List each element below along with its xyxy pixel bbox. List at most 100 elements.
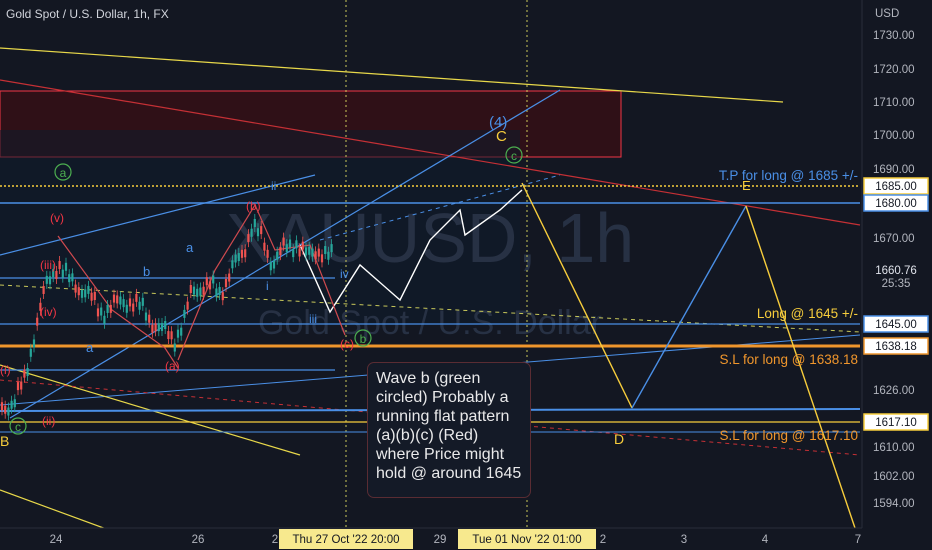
candle-body	[164, 321, 167, 330]
time-tick: 24	[50, 534, 63, 546]
candle-body	[125, 304, 128, 313]
level-label-sl1: S.L for long @ 1638.18	[719, 352, 858, 367]
candle-body	[330, 244, 333, 253]
candle-body	[141, 297, 144, 306]
candle-body	[87, 285, 90, 294]
candle-body	[93, 292, 96, 301]
candle-body	[16, 382, 20, 391]
candle-body	[285, 244, 288, 253]
candle-body	[234, 254, 237, 263]
candle-body	[228, 273, 231, 282]
candle-body	[48, 276, 52, 285]
candle-body	[308, 246, 311, 255]
candle-body	[148, 314, 151, 323]
candle-body	[64, 262, 68, 271]
candle-body	[90, 292, 93, 301]
candle-body	[221, 292, 224, 301]
candle-body	[311, 248, 314, 257]
candle-body	[80, 289, 84, 298]
candle-body	[192, 286, 196, 295]
chart-title: Gold Spot / U.S. Dollar, 1h, FX	[6, 7, 169, 21]
candle-body	[320, 254, 324, 263]
candle-body	[26, 368, 29, 377]
candle-body	[266, 249, 269, 258]
candle-body	[199, 287, 202, 296]
wave-label-b-red: (b)	[246, 199, 261, 213]
price-tick: 1720.00	[873, 64, 915, 76]
candle-body	[128, 298, 132, 307]
price-tag-1617-text: 1617.10	[875, 417, 917, 429]
candle-body	[240, 249, 244, 258]
wave-label-iii-blue: iii	[309, 312, 317, 326]
annotation-callout[interactable]: Wave b (green circled) Probably a runnin…	[367, 362, 531, 498]
price-tag-countdown: 25:35	[882, 278, 911, 290]
candle-body	[279, 247, 282, 256]
price-tick: 1730.00	[873, 30, 915, 42]
candle-body	[157, 323, 160, 332]
candle-body	[288, 239, 292, 248]
wave-label-ii: (ii)	[42, 414, 55, 428]
candle-body	[116, 295, 119, 304]
candle-body	[173, 343, 176, 352]
candle-body	[212, 275, 215, 284]
candle-body	[151, 324, 154, 333]
candle-body	[0, 402, 4, 411]
candle-body	[109, 304, 112, 313]
candle-body	[23, 369, 26, 378]
candle-body	[122, 299, 125, 308]
chart-stage: XAUUSD, 1h Gold Spot / U.S. Dollar (4) C…	[0, 0, 932, 550]
candle-body	[196, 288, 199, 297]
price-tick: 1594.00	[873, 498, 915, 510]
candle-body	[269, 262, 272, 271]
candle-body	[256, 228, 260, 237]
candle-body	[176, 329, 180, 338]
time-tick: 7	[855, 534, 861, 546]
wave-label-c-green-low: c	[15, 420, 21, 434]
price-tick: 1602.00	[873, 471, 915, 483]
candle-body	[314, 251, 317, 260]
time-axis[interactable]	[0, 528, 862, 550]
projection-after-e	[745, 205, 856, 529]
candle-body	[138, 301, 141, 310]
price-tick: 1626.00	[873, 385, 915, 397]
candle-body	[45, 275, 48, 284]
wave-label-iv-blue: iv	[340, 267, 349, 281]
level-label-long: Long @ 1645 +/-	[757, 306, 858, 321]
candle-body	[103, 315, 106, 324]
candle-body	[260, 226, 263, 235]
candle-body	[32, 339, 36, 348]
wave-label-iii: (iii)	[40, 258, 56, 272]
wave-label-i-blue: i	[266, 279, 269, 293]
candle-body	[205, 277, 208, 286]
candle-body	[29, 348, 32, 357]
candle-body	[96, 308, 100, 317]
wave-label-ii-blue: ii	[271, 179, 276, 193]
candle-body	[250, 228, 253, 237]
wave-label-b-blue: b	[143, 264, 150, 279]
candle-body	[327, 251, 330, 260]
candle-body	[135, 293, 138, 302]
candle-body	[301, 241, 304, 250]
wave-label-v: (v)	[50, 211, 64, 225]
currency-label: USD	[875, 8, 899, 20]
candle-body	[58, 261, 61, 270]
level-label-tp: T.P for long @ 1685 +/-	[719, 168, 858, 183]
price-tick: 1670.00	[873, 233, 915, 245]
candle-body	[84, 289, 87, 298]
wave-label-a-blue: a	[86, 340, 94, 355]
price-tick: 1690.00	[873, 164, 915, 176]
time-tick: 4	[762, 534, 769, 546]
candle-body	[282, 237, 285, 246]
candle-body	[170, 331, 173, 340]
time-tick: 2	[600, 534, 606, 546]
candle-body	[132, 303, 135, 312]
candle-body	[189, 285, 192, 294]
price-tag-1680-text: 1680.00	[875, 198, 917, 210]
candle-body	[304, 247, 308, 256]
candle-body	[112, 294, 116, 303]
candle-body	[276, 251, 279, 260]
candle-body	[20, 381, 23, 390]
price-tag-current-text: 1660.76	[875, 265, 917, 277]
candle-body	[13, 399, 16, 408]
candle-body	[180, 327, 183, 336]
